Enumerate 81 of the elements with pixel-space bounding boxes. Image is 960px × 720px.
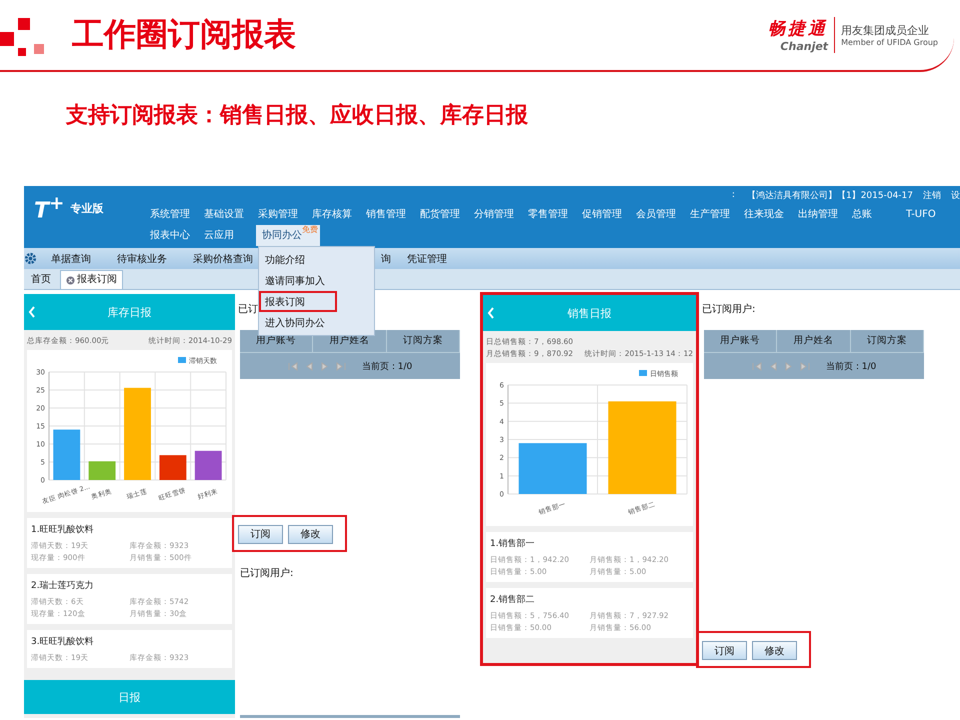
- sub-menu-item[interactable]: 询: [381, 252, 391, 266]
- action-button[interactable]: 修改: [288, 524, 333, 544]
- previous-page-icon[interactable]: [304, 362, 314, 370]
- item-title: 2.瑞士莲巧克力: [31, 580, 95, 592]
- bar: [194, 450, 222, 480]
- product-logo: T$^{+}$: [34, 192, 64, 224]
- column-header: 用户账号: [704, 330, 778, 352]
- menu-item[interactable]: 零售管理: [528, 204, 582, 225]
- item-title: 3.旺旺乳酸饮料: [31, 636, 95, 648]
- menu-item[interactable]: 系统管理: [150, 204, 204, 225]
- first-page-icon[interactable]: [288, 362, 298, 370]
- page-indicator: 当前页：1/0: [362, 360, 412, 372]
- legend-swatch: [178, 357, 186, 363]
- report-title: 库存日报: [106, 304, 152, 320]
- header-info-text[interactable]: 注销: [923, 188, 941, 202]
- dropdown-item[interactable]: 进入协同办公: [259, 312, 337, 333]
- bar: [159, 455, 186, 480]
- menu-item[interactable]: 生产管理: [690, 204, 744, 225]
- item-title: 2.销售部二: [490, 594, 536, 606]
- menu-item[interactable]: 总账: [852, 204, 906, 225]
- page-tab[interactable]: 首页: [26, 271, 56, 289]
- menu-item[interactable]: 云应用: [204, 225, 258, 246]
- subscribed-users-label: 已订阅用户:: [702, 302, 756, 317]
- bar: [53, 430, 80, 480]
- header-info-text: 【鸿达洁具有限公司】【1】2015-04-17: [746, 190, 913, 202]
- slide-title: 工作圈订阅报表: [72, 14, 296, 55]
- report-header-title: 日报: [24, 680, 235, 714]
- dropdown-item[interactable]: 功能介绍: [259, 249, 337, 270]
- first-page-icon[interactable]: [752, 362, 762, 370]
- page-indicator: 当前页：1/0: [826, 360, 876, 372]
- legend-swatch: [639, 370, 647, 376]
- column-header: 订阅方案: [386, 330, 460, 352]
- next-page-icon[interactable]: [320, 362, 330, 370]
- action-button[interactable]: 订阅: [238, 524, 283, 544]
- action-button[interactable]: 修改: [752, 641, 797, 660]
- subscribed-users-label: 已订阅用户:: [240, 566, 294, 580]
- menu-item[interactable]: 出纳管理: [798, 204, 852, 225]
- bar: [518, 443, 587, 494]
- sub-menu-item[interactable]: 待审核业务: [117, 252, 167, 266]
- back-icon[interactable]: [487, 307, 495, 319]
- previous-page-icon[interactable]: [768, 362, 778, 370]
- menu-item[interactable]: 配货管理: [420, 204, 474, 225]
- sub-menu-item[interactable]: 采购价格查询: [193, 252, 253, 266]
- menu-item[interactable]: 促销管理: [582, 204, 636, 225]
- bar: [88, 461, 116, 480]
- group-tagline: 用友集团成员企业: [841, 23, 930, 38]
- group-tagline-latin: Member of UFIDA Group: [841, 38, 938, 47]
- header-info-text: :: [732, 190, 735, 200]
- menu-item[interactable]: 分销管理: [474, 204, 528, 225]
- menu-item[interactable]: 往来现金: [744, 204, 798, 225]
- dropdown-item[interactable]: 报表订阅: [259, 291, 337, 312]
- free-label: 免费: [302, 225, 318, 235]
- menu-item[interactable]: 采购管理: [258, 204, 312, 225]
- brand-latin-name: Chanjet: [780, 40, 828, 53]
- sub-menu-item[interactable]: 单据查询: [51, 252, 91, 266]
- slide-subtitle: 支持订阅报表：销售日报、应收日报、库存日报: [66, 102, 529, 130]
- close-icon[interactable]: [66, 276, 75, 284]
- brand-name: 畅捷通: [768, 18, 828, 40]
- sub-menu-item[interactable]: 凭证管理: [407, 252, 447, 266]
- action-button[interactable]: 订阅: [702, 641, 747, 660]
- menu-item[interactable]: 会员管理: [636, 204, 690, 225]
- edition-label: 专业版: [70, 201, 104, 216]
- item-title: 1.旺旺乳酸饮料: [31, 524, 95, 536]
- item-title: 1.销售部一: [490, 538, 536, 550]
- last-page-icon[interactable]: [800, 362, 810, 370]
- menu-item[interactable]: 基础设置: [204, 204, 258, 225]
- subscribed-users-label: 已订: [238, 303, 259, 317]
- menu-item[interactable]: 报表中心: [150, 225, 204, 246]
- page-tab[interactable]: 报表订阅: [60, 270, 123, 289]
- back-icon[interactable]: [28, 306, 36, 318]
- dropdown-item[interactable]: 邀请同事加入: [259, 270, 337, 291]
- menu-item[interactable]: T-UFO: [906, 204, 960, 225]
- settings-icon[interactable]: [24, 252, 37, 265]
- report-title: 销售日报: [566, 306, 612, 320]
- next-page-icon[interactable]: [784, 362, 794, 370]
- last-page-icon[interactable]: [336, 362, 346, 370]
- menu-item[interactable]: 库存核算: [312, 204, 366, 225]
- column-header: 订阅方案: [850, 330, 924, 352]
- header-info-text[interactable]: 设: [951, 188, 960, 202]
- menu-item[interactable]: 销售管理: [366, 204, 420, 225]
- column-header: 用户姓名: [777, 330, 851, 352]
